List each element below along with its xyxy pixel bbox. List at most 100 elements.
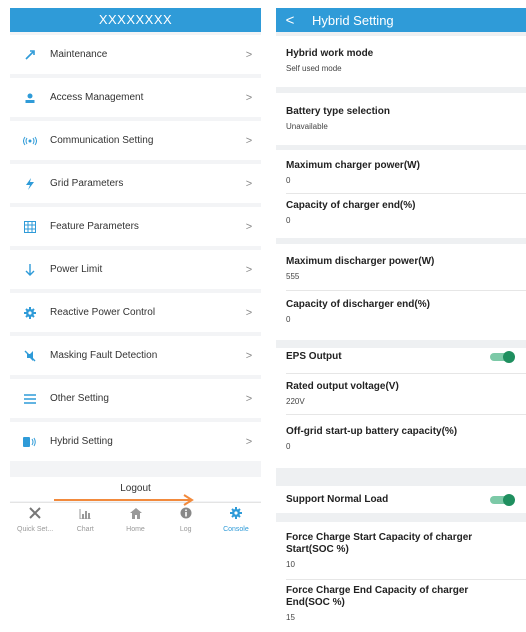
field-value: Self used mode [286,64,342,73]
chevron-right-icon: > [245,91,253,104]
menu-item-label: Maintenance [50,49,108,60]
rated-output-voltage-field[interactable]: Rated output voltage(V) 220V [286,381,399,406]
divider [286,579,526,580]
field-label: Capacity of charger end(%) [286,200,416,211]
field-label: Support Normal Load [286,494,389,505]
menu-item-access-management[interactable]: Access Management > [10,78,261,117]
field-value: 15 [286,613,295,622]
app-title: XXXXXXXX [10,8,261,32]
menu-item-feature-parameters[interactable]: Feature Parameters > [10,207,261,246]
field-value: 0 [286,216,291,225]
chevron-right-icon: > [245,349,253,362]
max-discharger-power-field[interactable]: Maximum discharger power(W) 555 [286,256,434,281]
field-label: Force Charge End Capacity of charger End… [286,585,469,608]
field-label: Capacity of discharger end(%) [286,299,430,310]
tab-label: Console [223,525,249,533]
menu-item-label: Masking Fault Detection [50,350,158,361]
lightning-icon [10,177,50,190]
chevron-right-icon: > [245,392,253,405]
signal-icon [10,136,50,146]
force-charge-end-field[interactable]: Force Charge End Capacity of charger End… [286,585,506,622]
max-charger-power-field[interactable]: Maximum charger power(W) 0 [286,160,420,185]
tab-log[interactable]: Log [161,503,211,535]
chevron-right-icon: > [245,48,253,61]
capacity-charger-end-field[interactable]: Capacity of charger end(%) 0 [286,200,415,225]
tab-label: Quick Set... [17,525,54,533]
menu-item-communication-setting[interactable]: Communication Setting > [10,121,261,160]
tab-home[interactable]: Home [110,503,160,535]
tab-label: Home [126,525,145,533]
menu-item-maintenance[interactable]: Maintenance > [10,35,261,74]
chevron-right-icon: > [245,220,253,233]
gear-icon [229,506,242,524]
menu-item-label: Reactive Power Control [50,307,156,318]
menu-item-reactive-power-control[interactable]: Reactive Power Control > [10,293,261,332]
menu-item-power-limit[interactable]: Power Limit > [10,250,261,289]
chevron-right-icon: > [245,177,253,190]
eps-output-row: EPS Output [286,351,342,363]
grid-icon [10,220,50,233]
home-icon [129,506,142,524]
menu-item-label: Grid Parameters [50,178,124,189]
battery-type-field[interactable]: Battery type selection Unavailable [276,93,526,145]
field-label: Force Charge Start Capacity of charger S… [286,532,473,555]
console-screen: XXXXXXXX Maintenance > Access Management… [10,8,261,535]
field-label: Battery type selection [286,106,390,117]
field-label: Off-grid start-up battery capacity(%) [286,426,458,437]
menu-item-label: Power Limit [50,264,103,275]
wrench-icon [10,49,50,61]
field-label: Hybrid work mode [286,48,374,59]
menu-item-other-setting[interactable]: Other Setting > [10,379,261,418]
hybrid-work-mode-field[interactable]: Hybrid work mode Self used mode [276,36,526,87]
force-charge-group: Force Charge Start Capacity of charger S… [276,522,526,632]
menu-icon [10,393,50,404]
divider [286,414,526,415]
info-icon [180,506,192,524]
field-value: 0 [286,315,291,324]
field-value: 10 [286,560,295,569]
menu-item-label: Communication Setting [50,135,154,146]
field-label: EPS Output [286,351,342,362]
tab-label: Chart [76,525,94,533]
charger-settings-group: Maximum charger power(W) 0 Capacity of c… [276,150,526,238]
divider [286,373,526,374]
eps-settings-group: EPS Output Rated output voltage(V) 220V … [276,348,526,468]
field-value: 220V [286,397,305,406]
menu-item-label: Hybrid Setting [50,436,113,447]
menu-item-label: Other Setting [50,393,109,404]
offgrid-startup-capacity-field[interactable]: Off-grid start-up battery capacity(%) 0 [286,426,457,451]
page-title: Hybrid Setting [312,12,394,28]
arrow-down-icon [10,263,50,276]
settings-menu: Maintenance > Access Management > Commun… [10,35,261,465]
menu-item-grid-parameters[interactable]: Grid Parameters > [10,164,261,203]
tab-quick-set[interactable]: Quick Set... [10,503,60,535]
field-value: 0 [286,442,291,451]
divider [286,193,526,194]
chevron-right-icon: > [245,263,253,276]
menu-item-masking-fault-detection[interactable]: Masking Fault Detection > [10,336,261,375]
mute-icon [10,350,50,362]
tab-chart[interactable]: Chart [60,503,110,535]
user-icon [10,92,50,104]
field-label: Maximum discharger power(W) [286,256,435,267]
chevron-right-icon: > [245,306,253,319]
discharger-settings-group: Maximum discharger power(W) 555 Capacity… [276,244,526,340]
eps-output-toggle[interactable] [490,351,515,363]
tab-console[interactable]: Console [211,503,261,535]
annotation-arrow [54,494,194,506]
field-value: 0 [286,176,291,185]
force-charge-start-field[interactable]: Force Charge Start Capacity of charger S… [286,532,506,569]
menu-item-label: Feature Parameters [50,221,139,232]
battery-icon [10,436,50,448]
field-label: Maximum charger power(W) [286,160,420,171]
capacity-discharger-end-field[interactable]: Capacity of discharger end(%) 0 [286,299,430,324]
bar-chart-icon [79,506,92,524]
menu-item-hybrid-setting[interactable]: Hybrid Setting > [10,422,261,461]
chevron-right-icon: > [245,134,253,147]
field-label: Rated output voltage(V) [286,381,399,392]
hybrid-setting-screen: < Hybrid Setting Hybrid work mode Self u… [276,8,526,632]
support-normal-load-toggle[interactable] [490,494,515,506]
menu-item-label: Access Management [50,92,144,103]
back-button[interactable]: < [276,12,304,29]
field-value: 555 [286,272,300,281]
